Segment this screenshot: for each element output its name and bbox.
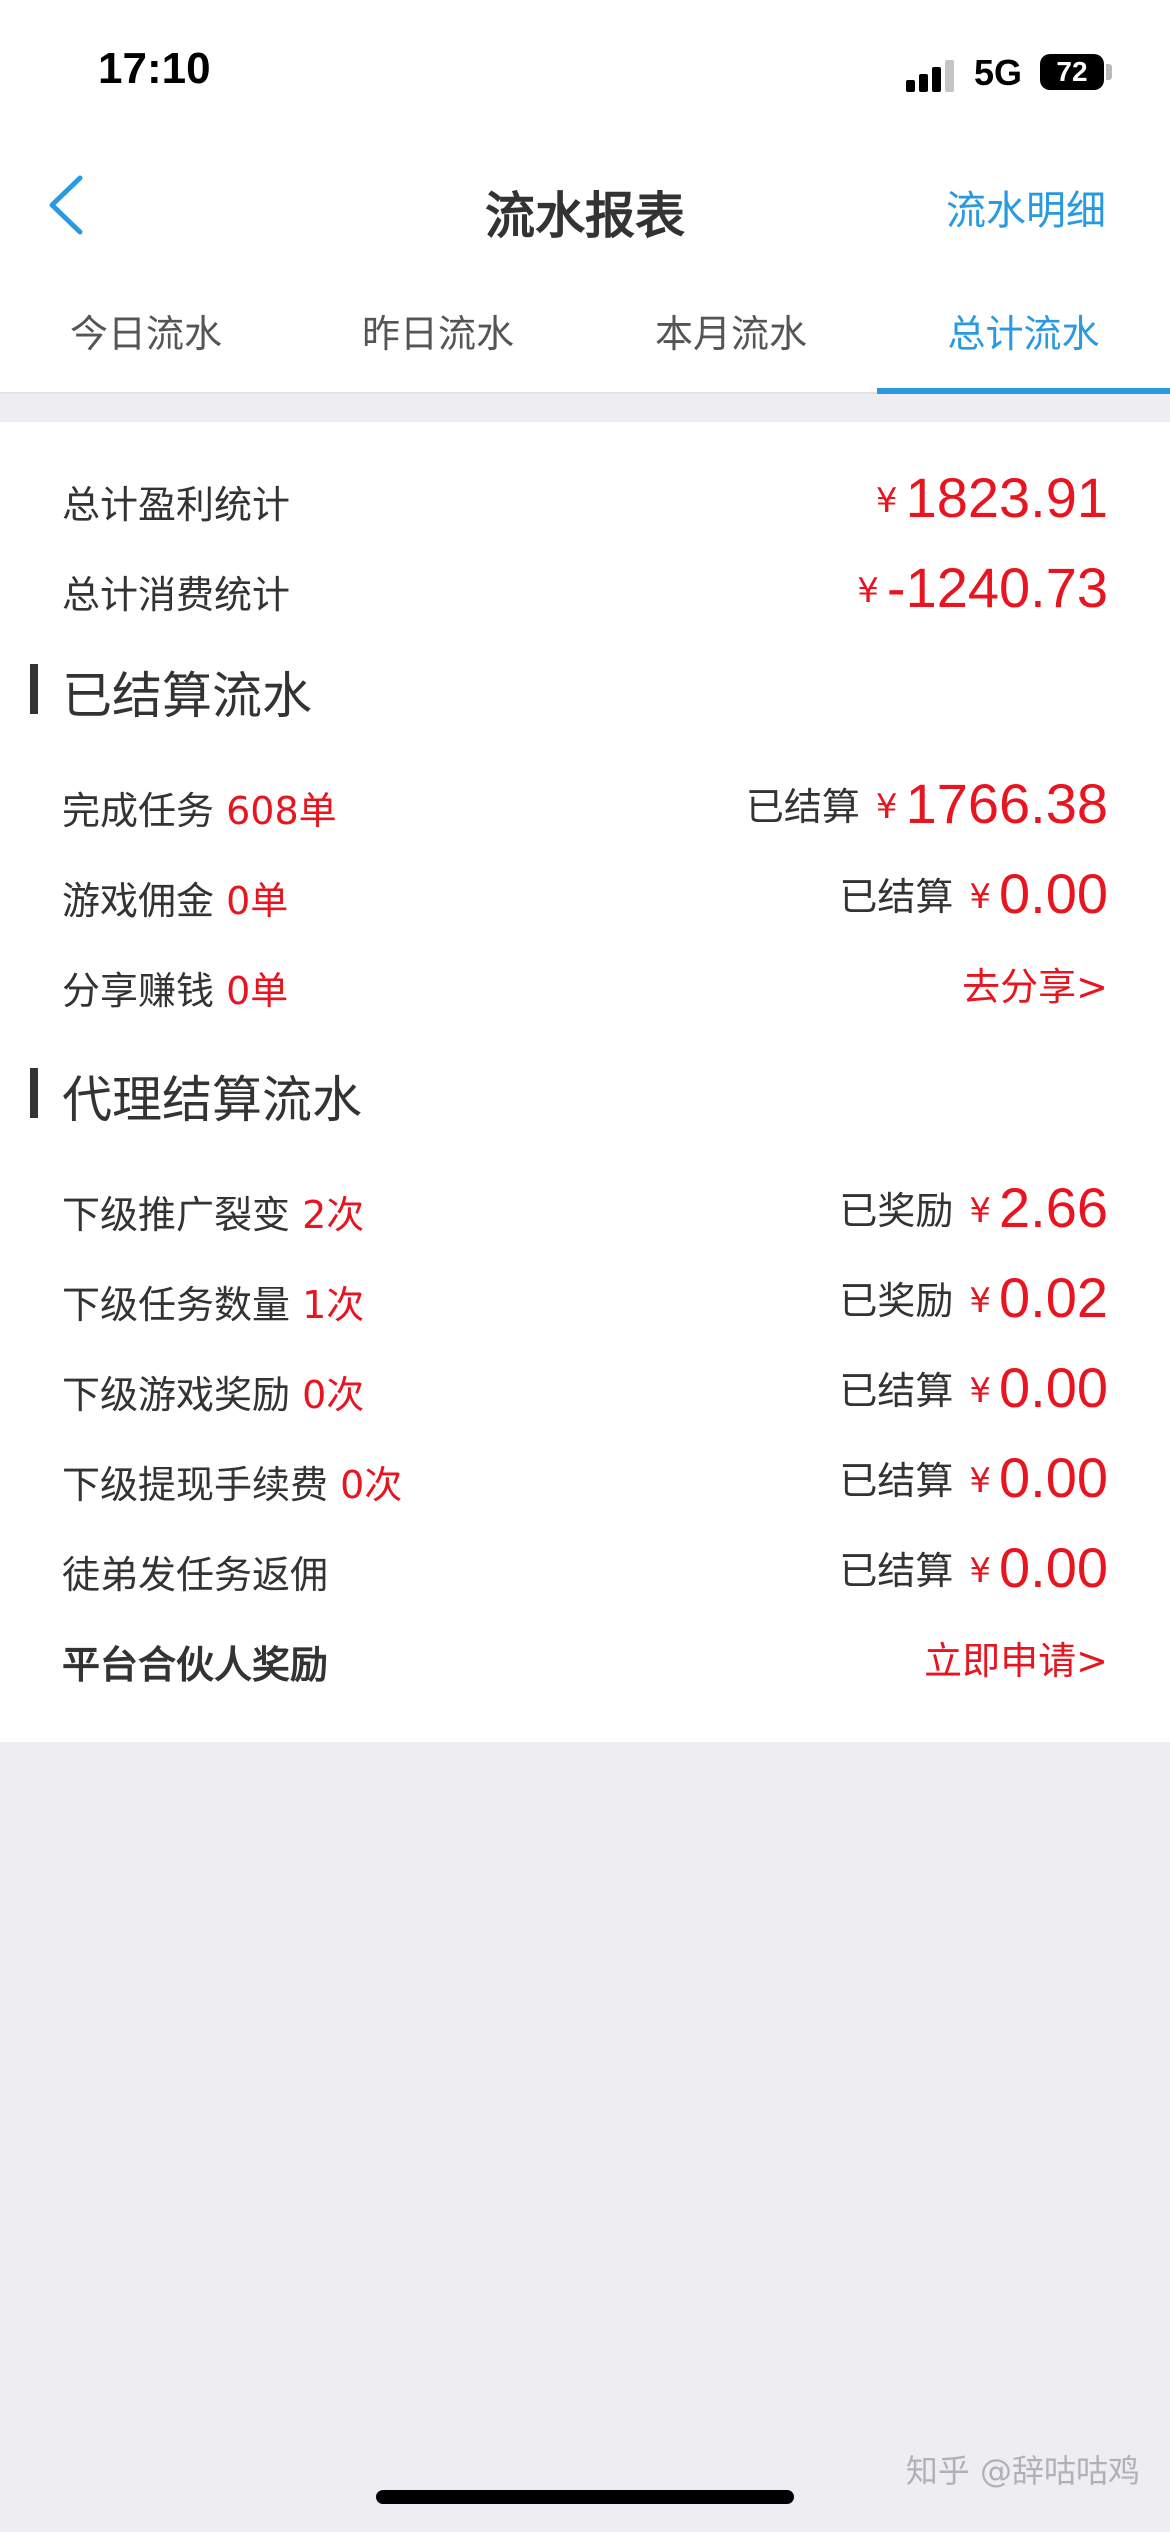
row-label: 下级任务数量 (62, 1283, 291, 1327)
active-tab-indicator (877, 388, 1170, 394)
row-count: 0次 (302, 1373, 365, 1417)
row-status: 已结算 (839, 874, 954, 919)
consumption-amount: -1240.73 (886, 555, 1108, 619)
row-status: 已结算 (745, 784, 860, 829)
apply-now-link[interactable]: 立即申请> (924, 1630, 1108, 1685)
watermark: 知乎 @辞咕咕鸡 (905, 2452, 1140, 2490)
tab-yesterday[interactable]: 昨日流水 (292, 270, 584, 394)
row-amount: 0.02 (999, 1265, 1108, 1329)
agent-row-withdraw-fee: 下级提现手续费 0次 已结算 ¥ 0.00 (0, 1432, 1170, 1522)
tab-today[interactable]: 今日流水 (0, 270, 292, 394)
tab-total[interactable]: 总计流水 (877, 270, 1170, 394)
agent-row-partner: 平台合伙人奖励 立即申请> (0, 1612, 1170, 1702)
flow-detail-link[interactable]: 流水明细 (946, 178, 1106, 236)
battery-icon: 72 (1040, 54, 1104, 90)
currency-symbol: ¥ (969, 877, 991, 917)
row-status: 已奖励 (839, 1188, 954, 1233)
currency-symbol: ¥ (875, 787, 898, 827)
row-label: 平台合伙人奖励 (62, 1643, 329, 1687)
currency-symbol: ¥ (875, 481, 898, 521)
row-label: 下级提现手续费 (62, 1463, 329, 1507)
row-label: 游戏佣金 (62, 879, 215, 923)
signal-icon (906, 60, 956, 92)
row-count: 1次 (302, 1283, 365, 1327)
section-marker (30, 1068, 38, 1118)
settled-row-share: 分享赚钱 0单 去分享> (0, 938, 1170, 1028)
row-count: 608单 (226, 789, 337, 833)
row-status: 已结算 (839, 1548, 954, 1593)
row-count: 2次 (302, 1193, 365, 1237)
settled-row-tasks: 完成任务 608单 已结算 ¥ 1766.38 (0, 758, 1170, 848)
section-agent: 代理结算流水 (0, 1044, 1170, 1134)
go-share-link[interactable]: 去分享> (962, 956, 1108, 1011)
summary-row-profit: 总计盈利统计 ¥ 1823.91 (0, 452, 1170, 542)
row-amount: 0.00 (999, 1445, 1108, 1509)
row-status: 已结算 (839, 1368, 954, 1413)
row-status: 已奖励 (839, 1278, 954, 1323)
row-label: 完成任务 (62, 789, 215, 833)
profit-amount: 1823.91 (905, 465, 1108, 529)
tab-bar: 今日流水 昨日流水 本月流水 总计流水 (0, 270, 1170, 394)
currency-symbol: ¥ (969, 1461, 991, 1501)
row-amount: 2.66 (999, 1175, 1108, 1239)
row-label: 下级推广裂变 (62, 1193, 291, 1237)
currency-symbol: ¥ (969, 1551, 991, 1591)
row-count: 0单 (226, 969, 289, 1013)
agent-row-apprentice: 徒弟发任务返佣 已结算 ¥ 0.00 (0, 1522, 1170, 1612)
section-title: 已结算流水 (62, 667, 312, 725)
agent-row-promotion: 下级推广裂变 2次 已奖励 ¥ 2.66 (0, 1162, 1170, 1252)
page: 17:10 5G 72 流水报表 流水明细 今日流水 昨日流水 本月流水 总计流… (0, 0, 1170, 2532)
row-count: 0次 (340, 1463, 403, 1507)
section-marker (30, 664, 38, 714)
battery-level: 72 (1056, 56, 1088, 87)
row-status: 已结算 (839, 1458, 954, 1503)
summary-label: 总计盈利统计 (62, 483, 291, 527)
tab-month[interactable]: 本月流水 (585, 270, 877, 394)
section-settled: 已结算流水 (0, 640, 1170, 730)
status-time: 17:10 (98, 44, 211, 93)
row-amount: 1766.38 (905, 771, 1108, 835)
nav-bar: 流水报表 流水明细 (0, 140, 1170, 270)
currency-symbol: ¥ (969, 1371, 991, 1411)
battery-cap (1106, 64, 1112, 80)
row-amount: 0.00 (999, 1535, 1108, 1599)
summary-label: 总计消费统计 (62, 573, 291, 617)
row-amount: 0.00 (999, 1355, 1108, 1419)
report-content: 总计盈利统计 ¥ 1823.91 总计消费统计 ¥ -1240.73 已结算流水… (0, 422, 1170, 1742)
row-label: 徒弟发任务返佣 (62, 1553, 329, 1597)
row-label: 分享赚钱 (62, 969, 215, 1013)
settled-row-game: 游戏佣金 0单 已结算 ¥ 0.00 (0, 848, 1170, 938)
row-label: 下级游戏奖励 (62, 1373, 291, 1417)
row-count: 0单 (226, 879, 289, 923)
summary-row-consumption: 总计消费统计 ¥ -1240.73 (0, 542, 1170, 632)
agent-row-game: 下级游戏奖励 0次 已结算 ¥ 0.00 (0, 1342, 1170, 1432)
row-amount: 0.00 (999, 861, 1108, 925)
agent-row-tasks: 下级任务数量 1次 已奖励 ¥ 0.02 (0, 1252, 1170, 1342)
currency-symbol: ¥ (969, 1281, 991, 1321)
currency-symbol: ¥ (857, 571, 879, 611)
currency-symbol: ¥ (969, 1191, 991, 1231)
network-label: 5G (974, 52, 1023, 93)
status-bar: 17:10 5G 72 (0, 0, 1170, 140)
section-title: 代理结算流水 (62, 1071, 362, 1129)
home-indicator[interactable] (376, 2490, 794, 2504)
